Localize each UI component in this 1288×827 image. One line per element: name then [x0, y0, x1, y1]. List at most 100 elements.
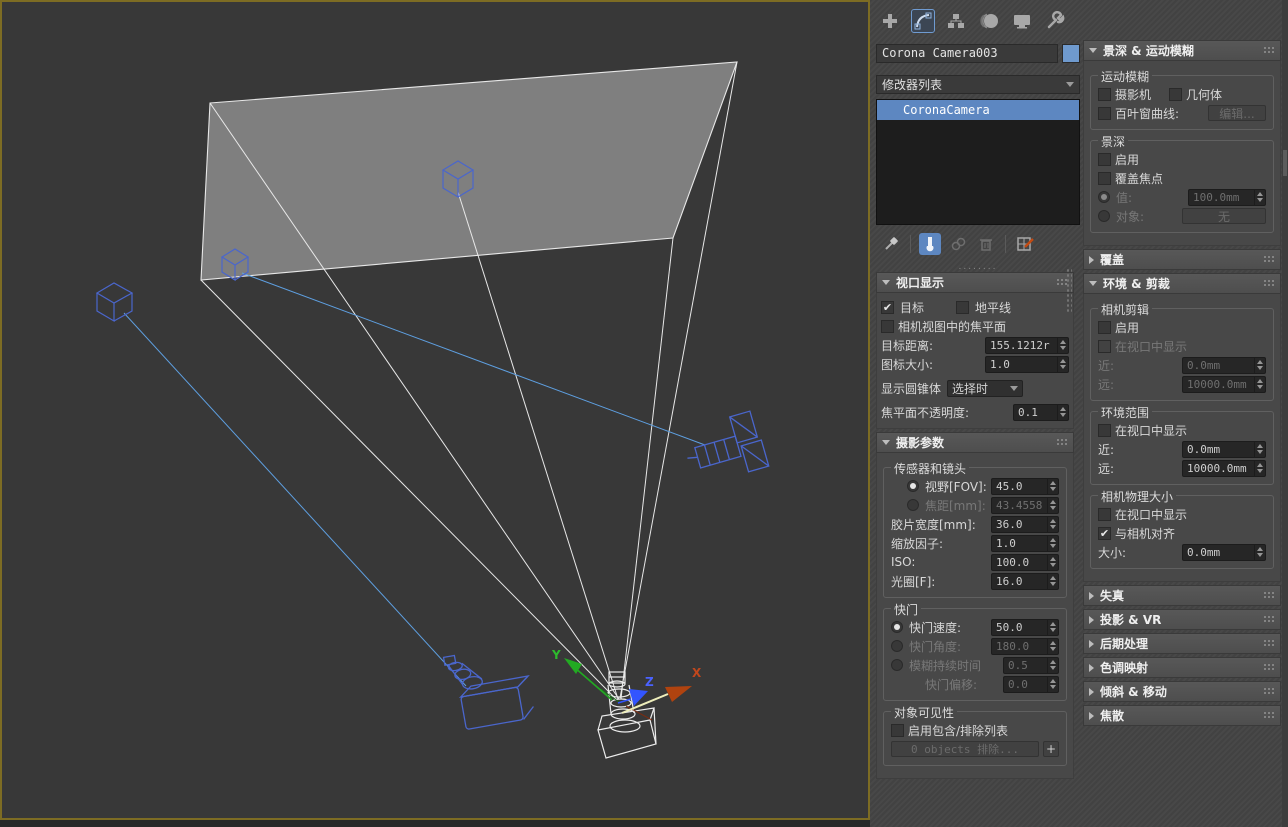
- fov-field[interactable]: 45.0: [991, 477, 1059, 495]
- checkbox-horizon[interactable]: [956, 300, 970, 314]
- rollout-header-photo-params[interactable]: 摄影参数: [876, 432, 1074, 453]
- object-name-input[interactable]: Corona Camera003: [876, 44, 1058, 63]
- checkbox-size-show-viewport[interactable]: [1098, 507, 1111, 521]
- physical-size-field[interactable]: 0.0mm: [1182, 543, 1266, 561]
- exclude-list-button[interactable]: 0 objects 排除...: [891, 741, 1039, 757]
- rollout-header-viewport-display[interactable]: 视口显示: [876, 272, 1074, 293]
- checkbox-dof-enable[interactable]: [1098, 152, 1111, 166]
- left-column-scroll-indicator[interactable]: [1066, 268, 1072, 314]
- pin-stack-button[interactable]: [880, 233, 902, 255]
- shutter-angle-field: 180.0: [991, 637, 1059, 655]
- checkbox-shutter-curve[interactable]: [1098, 106, 1111, 120]
- spinner[interactable]: [1254, 441, 1265, 457]
- spinner[interactable]: [1254, 544, 1265, 560]
- motion-icon: [980, 13, 998, 29]
- spinner[interactable]: [1047, 516, 1058, 532]
- checkbox-mb-camera[interactable]: [1098, 87, 1111, 101]
- move-gizmo[interactable]: Y Z X: [551, 648, 702, 714]
- checkbox-env-show-viewport[interactable]: [1098, 423, 1111, 437]
- camera-object[interactable]: [680, 410, 770, 487]
- rollout-title: 环境 & 剪裁: [1103, 277, 1170, 291]
- spinner[interactable]: [1047, 535, 1058, 551]
- configure-modifier-sets-button[interactable]: [1014, 233, 1036, 255]
- remove-modifier-button[interactable]: [975, 233, 997, 255]
- rollout-header-projection-vr[interactable]: 投影 & VR: [1083, 609, 1281, 630]
- edit-curve-button: 编辑...: [1208, 105, 1266, 121]
- spinner[interactable]: [1047, 573, 1058, 589]
- film-width-field[interactable]: 36.0: [991, 515, 1059, 533]
- collapse-arrow-icon: [1089, 255, 1094, 264]
- modifier-list-label: 修改器列表: [882, 78, 943, 92]
- checkbox-include-exclude[interactable]: [891, 723, 904, 737]
- panel-resize-handle[interactable]: ........: [930, 262, 1026, 272]
- spinner[interactable]: [1057, 356, 1068, 372]
- tab-display[interactable]: [1010, 9, 1034, 33]
- panel-scrollbar[interactable]: [1282, 0, 1288, 827]
- stack-item-coronacamera[interactable]: CoronaCamera: [877, 100, 1079, 120]
- rollout-header-override[interactable]: 覆盖: [1083, 249, 1281, 270]
- tab-create[interactable]: [878, 9, 902, 33]
- radio-shutter-angle[interactable]: [891, 640, 903, 652]
- checkbox-target[interactable]: ✔: [881, 300, 894, 314]
- checkbox-align-camera[interactable]: ✔: [1098, 526, 1111, 540]
- spinner[interactable]: [1047, 554, 1058, 570]
- tab-motion[interactable]: [977, 9, 1001, 33]
- rollout-header-env-clipping[interactable]: 环境 & 剪裁: [1083, 273, 1281, 294]
- checkbox-override-focus[interactable]: [1098, 171, 1111, 185]
- tab-utilities[interactable]: [1043, 9, 1067, 33]
- spinner[interactable]: [1047, 478, 1058, 494]
- make-unique-button[interactable]: [947, 233, 969, 255]
- spinner: [1047, 657, 1058, 673]
- shutter-speed-field[interactable]: 50.0: [991, 618, 1059, 636]
- viewport[interactable]: Y Z X: [0, 0, 870, 820]
- spinner[interactable]: [1254, 460, 1265, 476]
- checkbox-focus-plane[interactable]: [881, 319, 894, 333]
- drag-handle-icon: [1263, 639, 1275, 648]
- radio-fov[interactable]: [907, 480, 919, 492]
- rollout-header-dof-motion-blur[interactable]: 景深 & 运动模糊: [1083, 40, 1281, 61]
- tab-modify[interactable]: [911, 9, 935, 33]
- modifier-stack[interactable]: CoronaCamera: [876, 99, 1080, 225]
- collapse-arrow-icon: [1089, 711, 1094, 720]
- radio-focal[interactable]: [907, 499, 919, 511]
- drag-handle-icon: [1263, 279, 1275, 288]
- radio-blur-duration[interactable]: [891, 659, 903, 671]
- drag-handle-icon: [1263, 615, 1275, 624]
- group-camera-clipping: 相机剪辑 启用 在视口中显示 近: 0.0mm 远: 10000.0mm: [1090, 301, 1274, 401]
- rollout-header-distortion[interactable]: 失真: [1083, 585, 1281, 606]
- spinner[interactable]: [1057, 337, 1068, 353]
- scrollbar-thumb[interactable]: [1283, 150, 1287, 176]
- rollout-header-post-processing[interactable]: 后期处理: [1083, 633, 1281, 654]
- radio-shutter-speed[interactable]: [891, 621, 903, 633]
- collapse-arrow-icon: [1089, 615, 1094, 624]
- fstop-field[interactable]: 16.0: [991, 572, 1059, 590]
- modifier-list-dropdown[interactable]: 修改器列表: [876, 75, 1080, 94]
- camera-object[interactable]: [442, 643, 536, 731]
- drag-handle-icon: [1263, 687, 1275, 696]
- checkbox-mb-geometry[interactable]: [1169, 87, 1183, 101]
- focus-opacity-field[interactable]: 0.1: [1013, 403, 1069, 421]
- rollout-post-processing: 后期处理: [1083, 633, 1281, 654]
- rollout-caustics: 焦散: [1083, 705, 1281, 726]
- iso-field[interactable]: 100.0: [991, 553, 1059, 571]
- collapse-arrow-icon: [1089, 281, 1097, 286]
- focal-field: 43.4558: [991, 496, 1059, 514]
- object-color-swatch[interactable]: [1062, 44, 1080, 63]
- add-exclude-button[interactable]: +: [1043, 741, 1059, 757]
- checkbox-clip-enable[interactable]: [1098, 320, 1111, 334]
- env-near-field[interactable]: 0.0mm: [1182, 440, 1266, 458]
- env-far-field[interactable]: 10000.0mm: [1182, 459, 1266, 477]
- zoom-factor-field[interactable]: 1.0: [991, 534, 1059, 552]
- icon-size-field[interactable]: 1.0: [985, 355, 1069, 373]
- spinner[interactable]: [1057, 404, 1068, 420]
- spinner: [1254, 189, 1265, 205]
- tab-hierarchy[interactable]: [944, 9, 968, 33]
- rollout-header-tone-mapping[interactable]: 色调映射: [1083, 657, 1281, 678]
- rollout-header-caustics[interactable]: 焦散: [1083, 705, 1281, 726]
- rollout-dof-motion-blur: 景深 & 运动模糊 运动模糊 摄影机 几何体 百叶窗曲线: 编辑... 景深 启…: [1083, 40, 1281, 246]
- show-cone-dropdown[interactable]: 选择时: [947, 379, 1024, 397]
- show-end-result-button[interactable]: [919, 233, 941, 255]
- spinner[interactable]: [1047, 619, 1058, 635]
- target-distance-field[interactable]: 155.1212r: [985, 336, 1069, 354]
- rollout-header-tilt-shift[interactable]: 倾斜 & 移动: [1083, 681, 1281, 702]
